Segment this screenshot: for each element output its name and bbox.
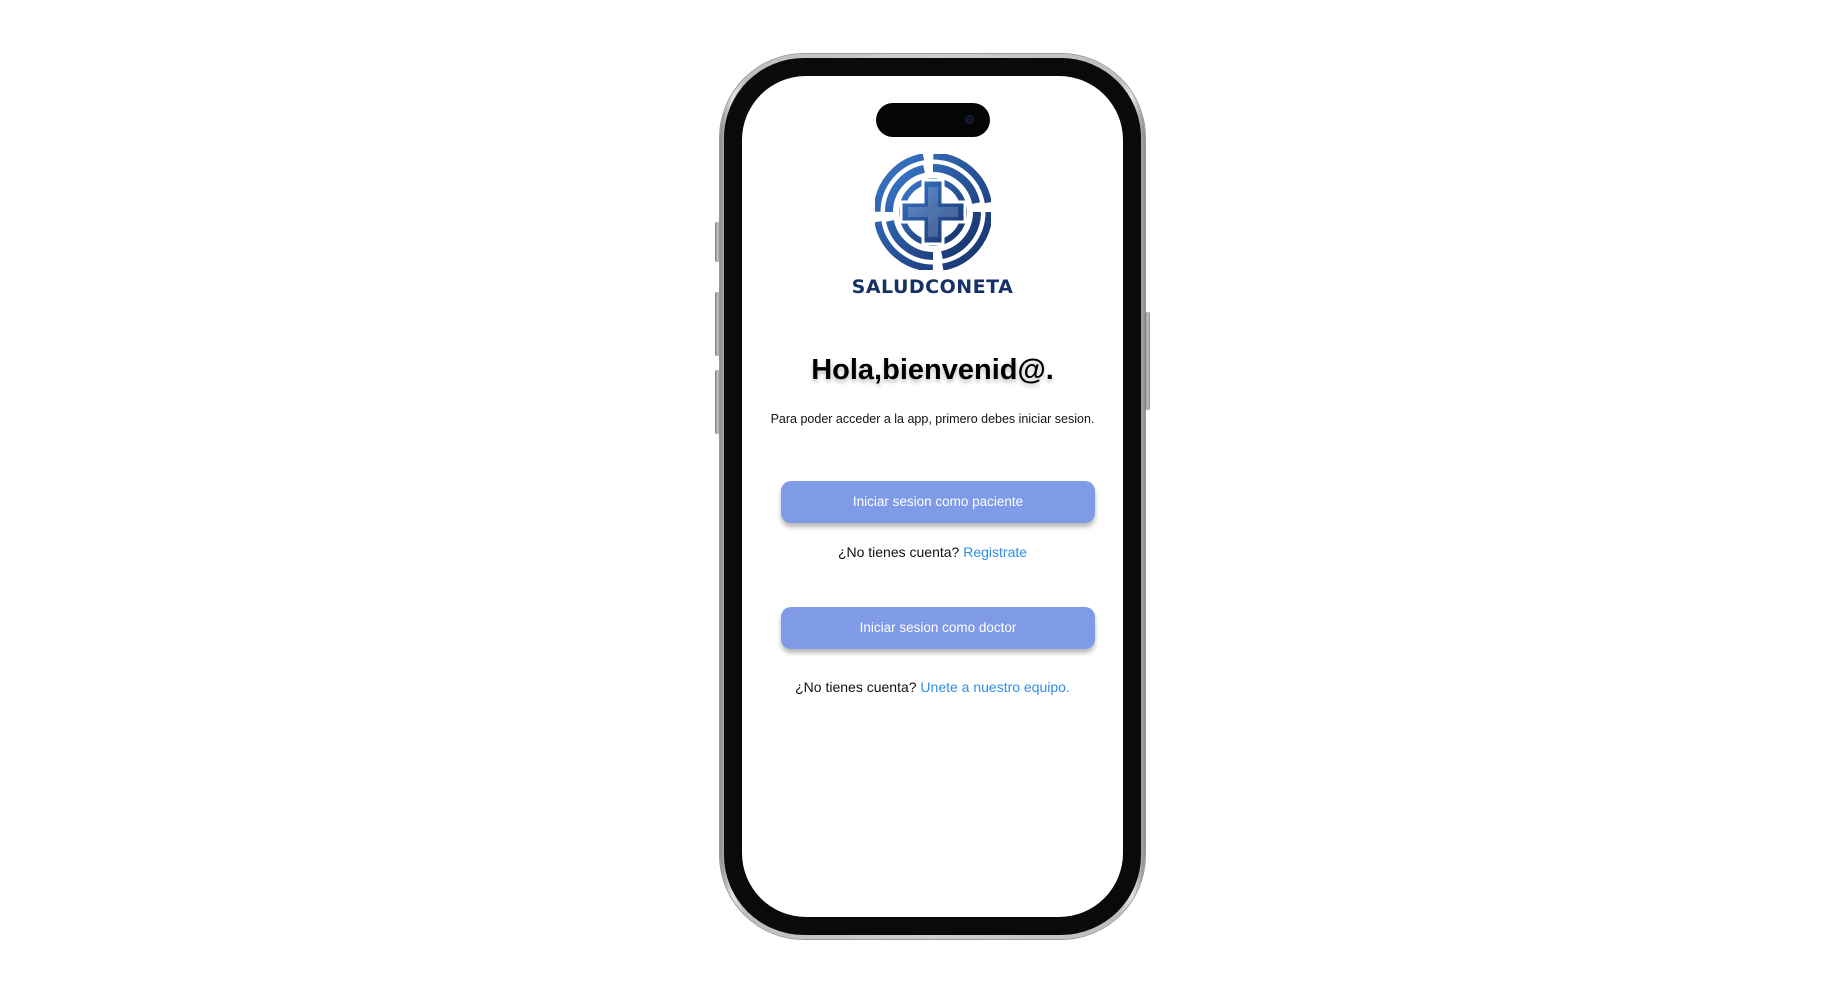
patient-register-prompt: ¿No tienes cuenta? Registrate: [742, 544, 1123, 560]
dynamic-island: [875, 103, 990, 137]
camera-icon: [964, 115, 974, 124]
register-link[interactable]: Registrate: [963, 544, 1027, 560]
volume-up-button: [715, 292, 720, 356]
action-button: [715, 222, 720, 262]
patient-no-account-text: ¿No tienes cuenta?: [837, 544, 960, 560]
medical-cross-icon: [874, 154, 991, 270]
welcome-title: Hola,bienvenid@.: [811, 354, 1054, 386]
power-button: [1145, 312, 1150, 410]
doctor-join-prompt: ¿No tienes cuenta? Unete a nuestro equip…: [742, 679, 1123, 695]
phone-bezel: SALUDCONETA Hola,bienvenid@. Para poder …: [724, 58, 1141, 935]
login-doctor-button[interactable]: Iniciar sesion como doctor: [781, 607, 1095, 649]
join-team-link[interactable]: Unete a nuestro equipo.: [920, 679, 1069, 695]
canvas: SALUDCONETA Hola,bienvenid@. Para poder …: [0, 0, 1847, 1007]
welcome-subtitle: Para poder acceder a la app, primero deb…: [770, 412, 1095, 426]
app-screen: SALUDCONETA Hola,bienvenid@. Para poder …: [742, 76, 1123, 917]
brand-logo: SALUDCONETA: [848, 154, 1018, 298]
phone-frame: SALUDCONETA Hola,bienvenid@. Para poder …: [715, 54, 1150, 939]
brand-name: SALUDCONETA: [851, 276, 1014, 298]
login-patient-button[interactable]: Iniciar sesion como paciente: [781, 481, 1095, 523]
volume-down-button: [715, 370, 720, 434]
doctor-no-account-text: ¿No tienes cuenta?: [795, 679, 917, 695]
